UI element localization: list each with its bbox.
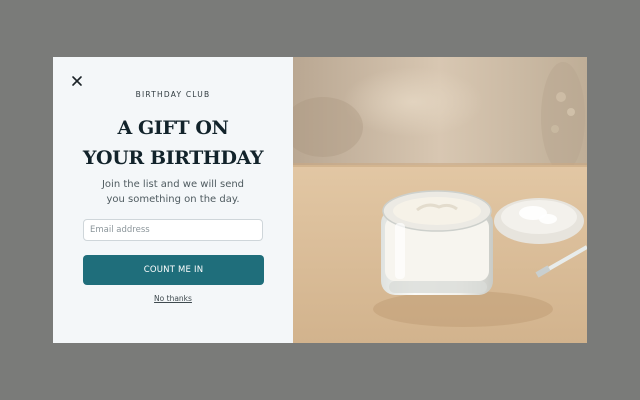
no-thanks-link[interactable]: No thanks	[53, 294, 293, 303]
popup-kicker: BIRTHDAY CLUB	[135, 90, 211, 99]
close-button[interactable]	[70, 73, 84, 87]
subtitle-line-2: you something on the day.	[106, 194, 240, 205]
popup-content: BIRTHDAY CLUB A GIFT ON YOUR BIRTHDAY Jo…	[53, 57, 293, 343]
birthday-popup: BIRTHDAY CLUB A GIFT ON YOUR BIRTHDAY Jo…	[53, 57, 587, 343]
subtitle-line-1: Join the list and we will send	[101, 179, 245, 190]
cream-jar-photo	[293, 57, 587, 343]
product-image	[293, 57, 587, 343]
popup-title: A GIFT ON YOUR BIRTHDAY	[53, 113, 293, 173]
title-line-1: A GIFT ON	[117, 117, 229, 139]
close-icon	[72, 76, 82, 86]
title-line-2: YOUR BIRTHDAY	[82, 147, 264, 169]
popup-subtitle: Join the list and we will send you somet…	[69, 177, 277, 207]
count-me-in-button[interactable]: COUNT ME IN	[83, 255, 264, 285]
email-input[interactable]	[83, 219, 263, 241]
